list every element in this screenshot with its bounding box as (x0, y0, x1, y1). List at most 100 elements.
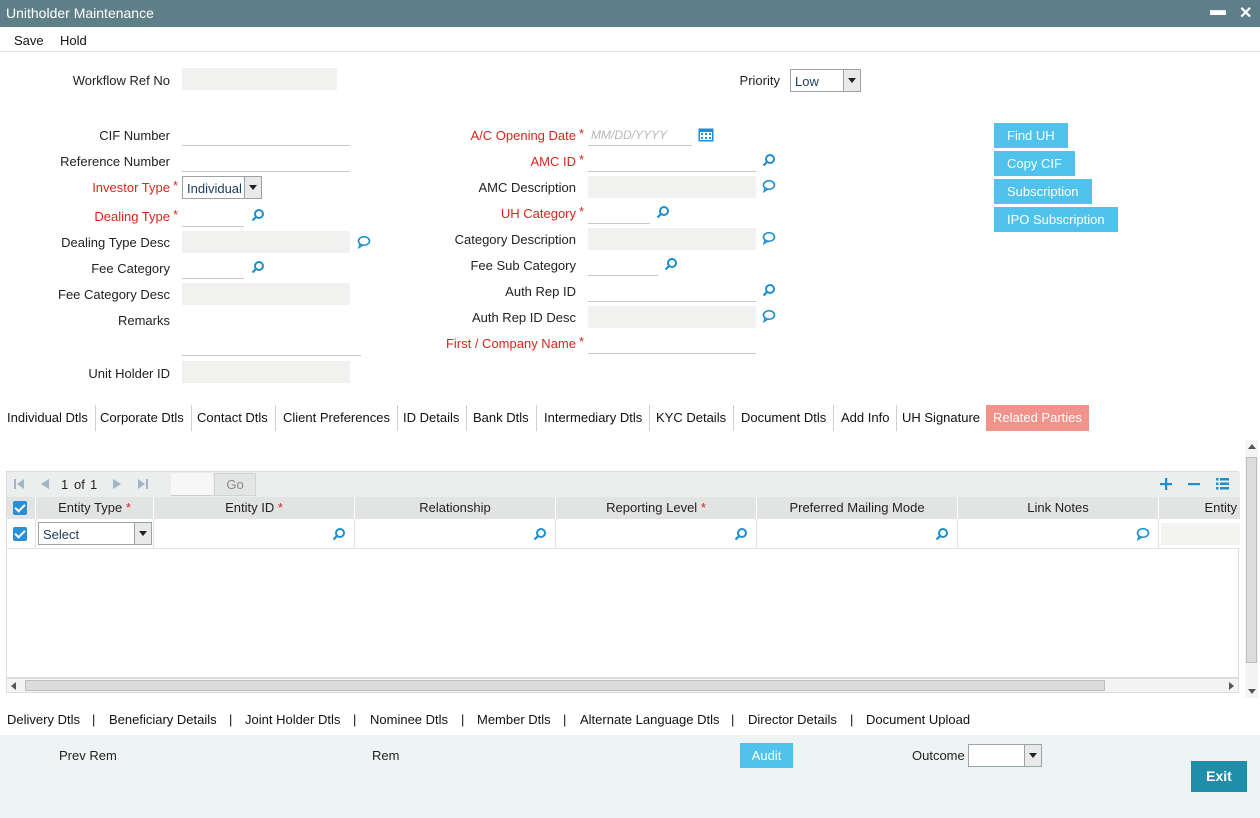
scroll-up-icon[interactable] (1248, 443, 1256, 451)
tab-kyc-details[interactable]: KYC Details (649, 405, 735, 431)
tab-intermediary-dtls[interactable]: Intermediary Dtls (537, 405, 651, 431)
link-nominee-dtls[interactable]: Nominee Dtls (370, 712, 448, 727)
audit-button[interactable]: Audit (740, 743, 793, 768)
dealing-type-input[interactable] (182, 205, 244, 226)
hold-menu-item[interactable]: Hold (60, 33, 87, 48)
search-icon[interactable] (664, 257, 678, 271)
dealing-type-field[interactable] (182, 205, 244, 227)
search-icon[interactable] (251, 208, 265, 222)
comment-icon[interactable] (762, 309, 776, 323)
list-view-icon[interactable] (1216, 477, 1229, 490)
entity-type-select[interactable]: Select (38, 522, 152, 545)
auth-rep-id-input[interactable] (588, 280, 756, 301)
copy-cif-button[interactable]: Copy CIF (994, 151, 1075, 176)
fee-sub-category-field[interactable] (588, 254, 658, 276)
minimize-icon[interactable]: ▬ (1210, 2, 1226, 20)
search-icon[interactable] (533, 527, 547, 541)
reference-number-field[interactable] (182, 150, 350, 172)
first-page-icon[interactable] (13, 478, 25, 490)
ac-opening-date-field[interactable] (588, 124, 692, 146)
tab-client-preferences[interactable]: Client Preferences (276, 405, 398, 431)
find-uh-button[interactable]: Find UH (994, 123, 1068, 148)
uh-category-field[interactable] (588, 202, 650, 224)
link-member-dtls[interactable]: Member Dtls (477, 712, 551, 727)
search-icon[interactable] (935, 527, 949, 541)
link-director-details[interactable]: Director Details (748, 712, 837, 727)
reference-number-input[interactable] (182, 150, 350, 171)
subscription-button[interactable]: Subscription (994, 179, 1092, 204)
link-beneficiary-details[interactable]: Beneficiary Details (109, 712, 217, 727)
select-all-checkbox[interactable] (13, 501, 27, 515)
amc-description-label: AMC Description (478, 180, 576, 195)
row-checkbox[interactable] (13, 527, 27, 541)
fee-category-field[interactable] (182, 257, 244, 279)
tab-individual-dtls[interactable]: Individual Dtls (0, 405, 96, 431)
search-icon[interactable] (762, 283, 776, 297)
comment-icon[interactable] (1136, 527, 1150, 541)
auth-rep-id-field[interactable] (588, 280, 756, 302)
horizontal-scroll-thumb[interactable] (25, 680, 1105, 691)
link-delivery-dtls[interactable]: Delivery Dtls (7, 712, 80, 727)
first-company-name-field[interactable] (588, 332, 756, 354)
comment-icon[interactable] (762, 231, 776, 245)
tab-document-dtls[interactable]: Document Dtls (734, 405, 835, 431)
scroll-left-icon[interactable] (10, 682, 18, 690)
tab-contact-dtls[interactable]: Contact Dtls (190, 405, 276, 431)
tab-related-parties[interactable]: Related Parties (986, 405, 1089, 431)
next-page-icon[interactable] (111, 478, 123, 490)
amc-id-field[interactable] (588, 150, 756, 172)
comment-icon[interactable] (762, 179, 776, 193)
reporting-level-cell[interactable] (556, 519, 757, 549)
search-icon[interactable] (656, 205, 670, 219)
exit-button[interactable]: Exit (1191, 761, 1247, 792)
scroll-right-icon[interactable] (1227, 682, 1235, 690)
amc-id-input[interactable] (588, 150, 756, 171)
remarks-input[interactable] (182, 334, 361, 355)
pager-page-input[interactable] (171, 473, 213, 496)
vertical-scroll-thumb[interactable] (1246, 457, 1257, 663)
relationship-cell[interactable] (355, 519, 556, 549)
search-icon[interactable] (762, 153, 776, 167)
previous-page-icon[interactable] (39, 478, 51, 490)
investor-type-select[interactable]: Individual (182, 176, 262, 199)
save-menu-item[interactable]: Save (14, 33, 44, 48)
header-preferred-mailing-mode: Preferred Mailing Mode (757, 497, 958, 519)
remarks-field[interactable] (182, 334, 361, 356)
tab-add-info[interactable]: Add Info (834, 405, 898, 431)
last-page-icon[interactable] (137, 478, 149, 490)
tab-corporate-dtls[interactable]: Corporate Dtls (93, 405, 192, 431)
calendar-icon[interactable] (698, 127, 714, 142)
link-alternate-language-dtls[interactable]: Alternate Language Dtls (580, 712, 719, 727)
delete-row-icon[interactable] (1188, 478, 1200, 490)
outcome-select[interactable] (968, 744, 1042, 767)
ipo-subscription-button[interactable]: IPO Subscription (994, 207, 1118, 232)
comment-icon[interactable] (357, 235, 371, 249)
uh-category-input[interactable] (588, 202, 650, 223)
tab-uh-signature[interactable]: UH Signature (895, 405, 989, 431)
cif-number-input[interactable] (182, 124, 350, 145)
entity-cell[interactable] (1159, 519, 1240, 549)
fee-category-input[interactable] (182, 257, 244, 278)
entity-id-cell[interactable] (154, 519, 355, 549)
cif-number-field[interactable] (182, 124, 350, 146)
link-document-upload[interactable]: Document Upload (866, 712, 970, 727)
preferred-mailing-mode-cell[interactable] (757, 519, 958, 549)
add-row-icon[interactable] (1160, 478, 1172, 490)
horizontal-scrollbar[interactable] (6, 678, 1239, 693)
search-icon[interactable] (251, 260, 265, 274)
tab-bank-dtls[interactable]: Bank Dtls (466, 405, 537, 431)
priority-select[interactable]: Low (790, 69, 861, 92)
pager-go-button[interactable]: Go (214, 473, 256, 496)
tab-id-details[interactable]: ID Details (396, 405, 468, 431)
vertical-scrollbar[interactable] (1245, 440, 1258, 698)
ac-opening-date-input[interactable] (588, 124, 692, 145)
close-icon[interactable]: ✕ (1239, 3, 1252, 23)
search-icon[interactable] (734, 527, 748, 541)
fee-sub-category-input[interactable] (588, 254, 658, 275)
dealing-type-label: Dealing Type (94, 209, 170, 224)
first-company-name-input[interactable] (588, 332, 756, 353)
search-icon[interactable] (332, 527, 346, 541)
link-joint-holder-dtls[interactable]: Joint Holder Dtls (245, 712, 340, 727)
scroll-down-icon[interactable] (1248, 687, 1256, 695)
link-notes-cell[interactable] (958, 519, 1159, 549)
